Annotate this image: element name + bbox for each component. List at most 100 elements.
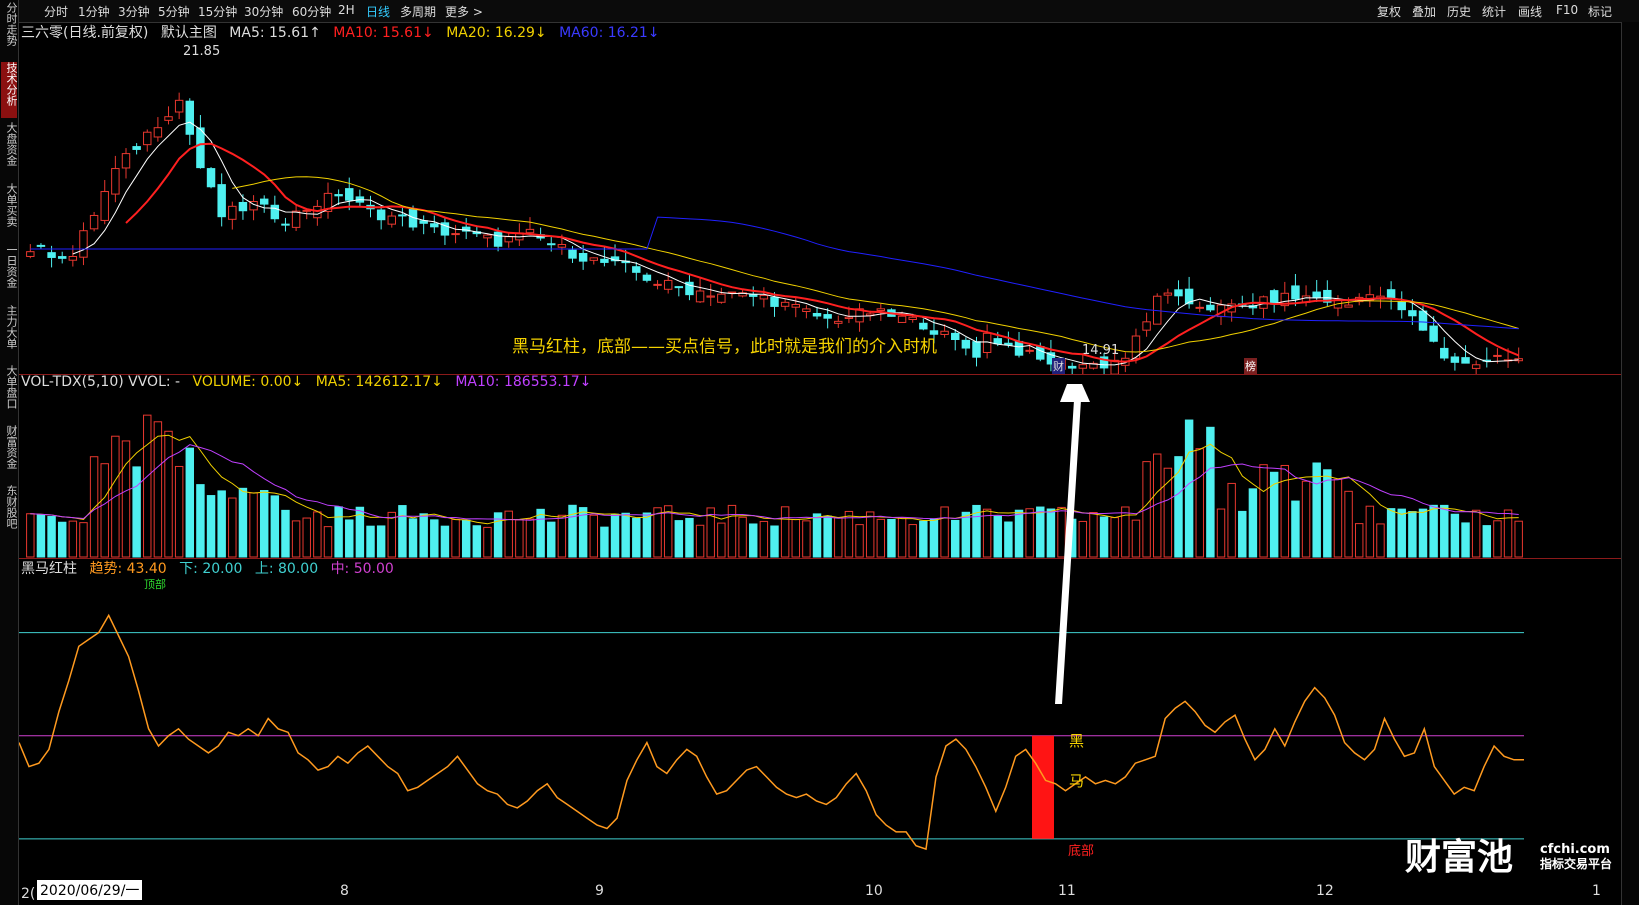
volume-bar (440, 525, 450, 558)
volume-bar (1354, 523, 1364, 558)
candle-body (759, 294, 769, 300)
period-tab-4[interactable]: 15分钟 (198, 3, 237, 20)
volume-bar (674, 520, 684, 558)
volume-bar (249, 492, 258, 558)
volume-bar (557, 514, 567, 558)
date-prefix: 2( (21, 886, 36, 902)
volume-bar (419, 513, 428, 558)
vol-indicator-name: VOL-TDX(5,10) VVOL: - (21, 374, 181, 390)
sidebar-item-4[interactable]: 一日资金 (1, 244, 18, 300)
toolbar-button-5[interactable]: F10 (1556, 3, 1578, 17)
toolbar-button-1[interactable]: 叠加 (1412, 3, 1436, 20)
candle-body (238, 201, 248, 212)
candle-body (430, 223, 439, 228)
candle-body (1291, 285, 1300, 300)
candle-body (780, 301, 790, 307)
candle-body (132, 146, 141, 150)
volume-bar (1089, 511, 1098, 558)
candle-body (1450, 356, 1460, 363)
candle-body (26, 251, 35, 257)
toolbar-button-0[interactable]: 复权 (1377, 3, 1401, 20)
period-tab-6[interactable]: 60分钟 (292, 3, 331, 20)
candlestick-chart[interactable] (19, 38, 1619, 374)
period-tab-3[interactable]: 5分钟 (158, 3, 190, 20)
volume-bar (376, 525, 386, 558)
sidebar-item-3[interactable]: 大单买卖 (1, 183, 18, 239)
volume-bar (483, 526, 492, 558)
trend-line (19, 613, 1524, 851)
candle-body (1440, 347, 1449, 359)
candle-body (143, 131, 152, 146)
volume-bar (1323, 469, 1332, 558)
low-price-label: 14.91 (1082, 343, 1120, 358)
volume-bar (26, 513, 35, 558)
volume-bar (695, 524, 705, 558)
bottom-label: 底部 (1068, 844, 1095, 859)
period-tab-7[interactable]: 2H (338, 3, 355, 17)
volume-bar (1099, 516, 1109, 558)
candle-body (47, 252, 56, 258)
toolbar-button-4[interactable]: 画线 (1518, 3, 1542, 20)
sidebar-item-0[interactable]: 分时走势 (1, 2, 18, 58)
period-tab-8[interactable]: 日线 (366, 3, 390, 20)
volume-bar (345, 519, 354, 558)
top-label: 顶部 (144, 578, 166, 591)
candle-body (483, 234, 492, 239)
candle-body (185, 100, 195, 135)
volume-bar (366, 525, 375, 558)
volume-bar (749, 523, 758, 558)
sidebar-item-5[interactable]: 主力大单 (1, 305, 18, 361)
finance-tag[interactable]: 财 (1052, 358, 1065, 374)
candle-body (387, 215, 396, 225)
volume-bar (1418, 508, 1428, 558)
volume-chart[interactable] (19, 390, 1619, 558)
candle-body (1163, 292, 1173, 296)
candle-body (68, 255, 78, 261)
period-tab-10[interactable]: 更多 > (445, 3, 483, 20)
period-tab-5[interactable]: 30分钟 (244, 3, 283, 20)
volume-bar (536, 508, 545, 558)
candle-body (823, 314, 832, 319)
candle-body (663, 279, 673, 290)
candle-body (259, 198, 269, 205)
volume-bar (1025, 508, 1034, 558)
toolbar-button-3[interactable]: 统计 (1482, 3, 1506, 20)
vol-ma10-legend: MA10: 186553.17↓ (455, 374, 592, 390)
volume-bar (57, 521, 67, 558)
candle-body (791, 303, 800, 308)
volume-bar (143, 414, 152, 558)
volume-bar (1216, 508, 1226, 558)
candle-body (600, 258, 609, 263)
volume-bar (1365, 505, 1375, 558)
volume-bar (951, 519, 960, 558)
volume-bar (1493, 520, 1502, 558)
x-tick: 10 (865, 883, 883, 899)
period-tab-0[interactable]: 分时 (44, 3, 68, 20)
candle-body (100, 191, 109, 221)
volume-bar (36, 514, 46, 558)
toolbar-button-6[interactable]: 标记 (1588, 3, 1612, 20)
candle-body (1269, 290, 1279, 305)
volume-bar (1110, 517, 1119, 558)
period-tab-9[interactable]: 多周期 (400, 3, 436, 20)
period-tab-1[interactable]: 1分钟 (78, 3, 110, 20)
toolbar-button-2[interactable]: 历史 (1447, 3, 1471, 20)
volume-bar (1036, 506, 1045, 558)
candle-body (111, 168, 120, 195)
sidebar-item-7[interactable]: 财富资金 (1, 425, 18, 481)
crosshair-date-tag: 2020/06/29/一 (37, 880, 143, 900)
volume-bar (387, 511, 396, 558)
volume-bar (238, 487, 248, 558)
board-tag[interactable]: 榜 (1244, 358, 1257, 374)
volume-bar (770, 525, 779, 558)
candle-body (951, 332, 960, 341)
volume-bar (121, 440, 131, 558)
sidebar-item-2[interactable]: 大盘资金 (1, 122, 18, 178)
sidebar-item-1[interactable]: 技术分析 (1, 62, 18, 118)
heima-indicator-chart[interactable] (19, 575, 1619, 880)
sidebar-item-8[interactable]: 东财股吧 (1, 485, 18, 541)
sidebar-item-6[interactable]: 大单盘口 (1, 365, 18, 421)
period-tab-2[interactable]: 3分钟 (118, 3, 150, 20)
candle-body (897, 315, 907, 323)
right-scroll-rail[interactable] (1621, 22, 1639, 905)
